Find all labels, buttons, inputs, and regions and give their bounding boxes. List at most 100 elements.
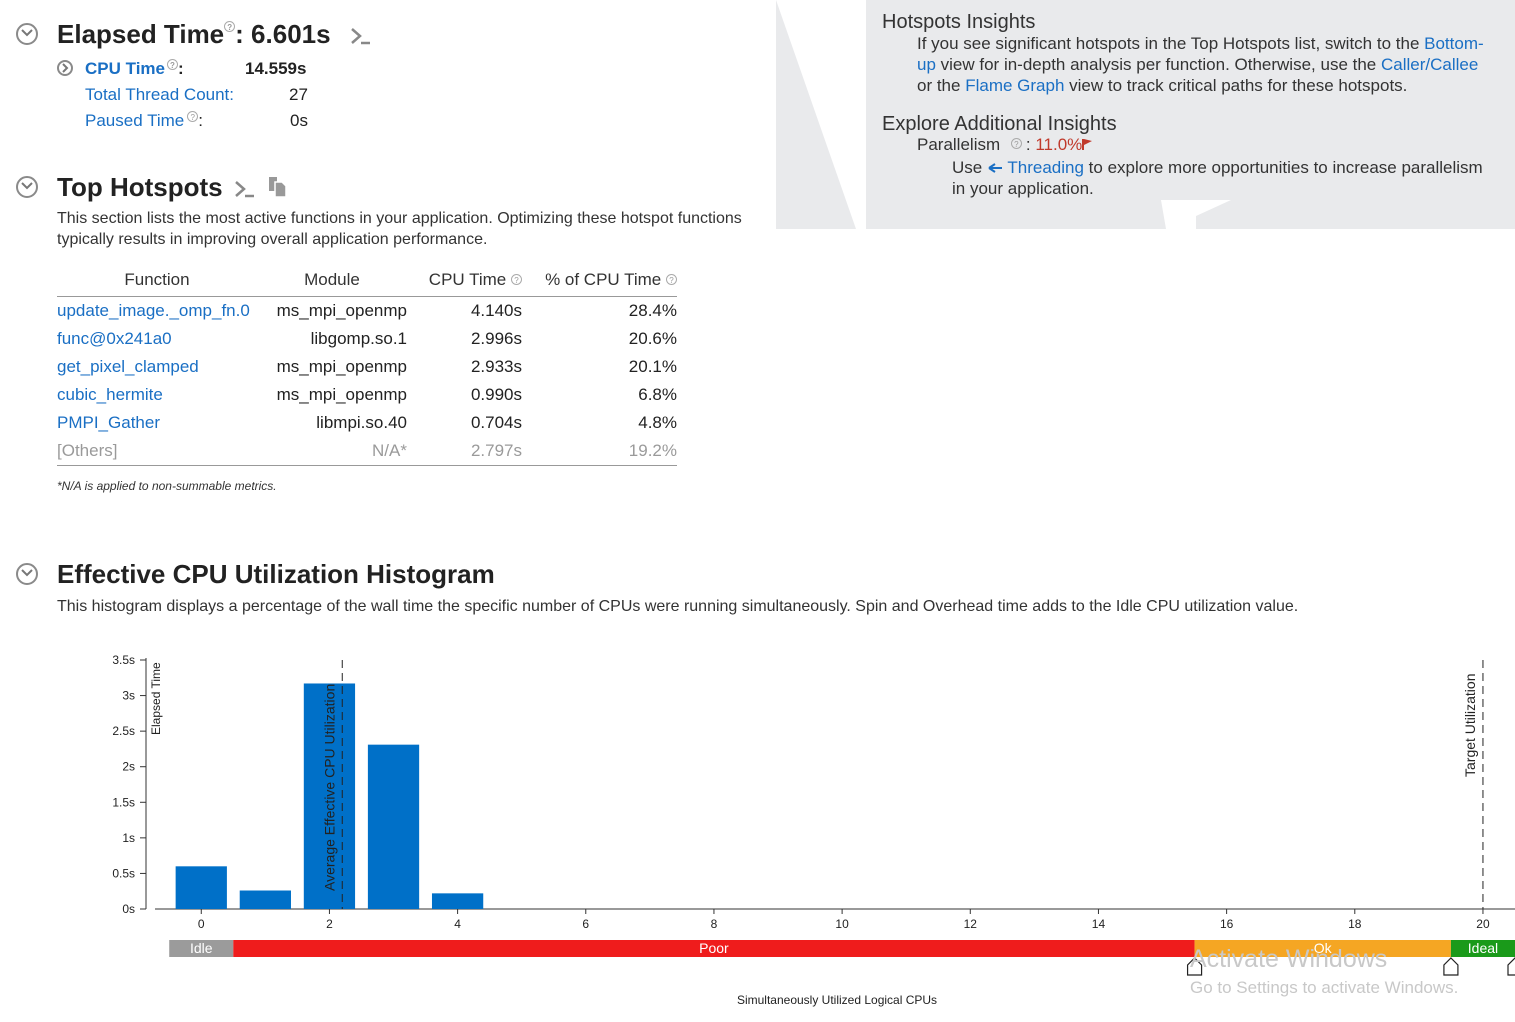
module-cell: ms_mpi_openmp [276, 385, 407, 404]
x-tick-label: 6 [582, 917, 589, 931]
histogram-collapse-toggle[interactable] [16, 563, 38, 585]
table-row: func@0x241a0 libgomp.so.1 2.996s 20.6% [57, 325, 677, 353]
pct-cell: 20.1% [628, 357, 677, 376]
y-tick-label: 0s [122, 902, 135, 916]
help-icon[interactable]: ? [1010, 138, 1022, 149]
histogram-bar [175, 866, 227, 909]
hotspots-collapse-toggle[interactable] [16, 176, 38, 198]
cpu-time-row: CPU Time?: [85, 59, 184, 78]
column-header-cpu-time[interactable]: CPU Time ? [407, 266, 522, 297]
function-link[interactable]: cubic_hermite [57, 381, 257, 409]
x-tick-label: 20 [1476, 917, 1490, 931]
threading-link[interactable]: Threading [1007, 158, 1084, 177]
elapsed-collapse-toggle[interactable] [16, 23, 38, 45]
command-line-icon[interactable] [234, 179, 256, 199]
paused-time-value: 0s [290, 111, 308, 130]
chevron-down-icon [21, 569, 33, 577]
x-tick-label: 18 [1348, 917, 1362, 931]
help-icon[interactable]: ? [666, 274, 677, 285]
module-cell: ms_mpi_openmp [276, 301, 407, 320]
chevron-right-icon [62, 63, 69, 73]
module-cell: libgomp.so.1 [310, 329, 407, 348]
bottom-up-link-cont[interactable]: up [917, 55, 936, 74]
flame-graph-link[interactable]: Flame Graph [965, 76, 1064, 95]
cpu-time-cell: 0.704s [470, 413, 522, 432]
copy-icon[interactable] [267, 175, 289, 199]
function-link[interactable]: func@0x241a0 [57, 325, 257, 353]
x-axis-title: Simultaneously Utilized Logical CPUs [737, 993, 937, 1007]
utilization-zone-label: Poor [699, 940, 729, 956]
pct-cell: 6.8% [638, 385, 677, 404]
column-header-function[interactable]: Function [57, 266, 257, 297]
x-tick-label: 16 [1220, 917, 1234, 931]
pct-cell: 4.8% [638, 413, 677, 432]
total-thread-count-link[interactable]: Total Thread Count: [85, 85, 234, 105]
help-icon[interactable]: ? [224, 21, 236, 32]
histogram-bar [431, 893, 484, 909]
help-icon[interactable]: ? [187, 111, 199, 122]
histogram-bar [367, 744, 420, 909]
y-tick-label: 1.5s [112, 795, 135, 809]
module-cell: N/A* [257, 437, 407, 466]
zone-threshold-handle[interactable] [1443, 957, 1459, 976]
function-link[interactable]: update_image._omp_fn.0 [57, 297, 257, 326]
hotspots-insights-text: If you see significant hotspots in the T… [917, 34, 1484, 95]
threading-advice: Use Threading to explore more opportunit… [952, 158, 1483, 198]
cpu-time-cell: 2.996s [470, 329, 522, 348]
y-tick-label: 3s [122, 689, 135, 703]
x-tick-label: 2 [326, 917, 333, 931]
table-row: PMPI_Gather libmpi.so.40 0.704s 4.8% [57, 409, 677, 437]
elapsed-time-value: 6.601s [251, 19, 331, 49]
chevron-down-icon [21, 182, 33, 190]
cpu-time-cell: 4.140s [470, 301, 522, 320]
function-link[interactable]: PMPI_Gather [57, 409, 257, 437]
table-row: update_image._omp_fn.0 ms_mpi_openmp 4.1… [57, 297, 677, 326]
bottom-up-link[interactable]: Bottom- [1424, 34, 1484, 53]
pct-cell: 19.2% [522, 437, 677, 466]
activate-windows-watermark: Activate Windows [1190, 945, 1388, 973]
cpu-time-link[interactable]: CPU Time [85, 59, 165, 78]
command-line-icon[interactable] [350, 26, 372, 46]
cpu-time-cell: 2.797s [407, 437, 522, 466]
y-tick-label: 2.5s [112, 724, 135, 738]
histogram-description: This histogram displays a percentage of … [57, 598, 1299, 615]
x-tick-label: 0 [198, 917, 205, 931]
cpu-time-expand-toggle[interactable] [57, 60, 73, 76]
y-axis-title: Elapsed Time [149, 662, 163, 735]
y-tick-label: 3.5s [112, 653, 135, 667]
cpu-time-cell: 0.990s [470, 385, 522, 404]
others-cell: [Others] [57, 437, 257, 466]
elapsed-time-heading: Elapsed Time?: 6.601s [57, 19, 331, 49]
table-row: get_pixel_clamped ms_mpi_openmp 2.933s 2… [57, 353, 677, 381]
y-tick-label: 2s [122, 760, 135, 774]
cpu-time-cell: 2.933s [470, 357, 522, 376]
paused-time-link[interactable]: Paused Time [85, 111, 184, 130]
x-tick-label: 10 [835, 917, 849, 931]
table-footnote: *N/A is applied to non-summable metrics. [57, 479, 277, 493]
help-icon[interactable]: ? [511, 274, 522, 285]
activate-windows-hint: Go to Settings to activate Windows. [1190, 978, 1459, 997]
top-hotspots-title: Top Hotspots [57, 172, 223, 202]
parallelism-row: Parallelism ?: 11.0% [917, 135, 1093, 155]
hotspots-description: This section lists the most active funct… [57, 210, 742, 248]
histogram-bar [239, 890, 291, 909]
table-row: cubic_hermite ms_mpi_openmp 0.990s 6.8% [57, 381, 677, 409]
x-tick-label: 14 [1092, 917, 1106, 931]
column-header-pct-cpu-time[interactable]: % of CPU Time ? [522, 266, 677, 297]
y-tick-label: 0.5s [112, 866, 135, 880]
utilization-zone-label: Idle [190, 940, 213, 956]
panel-notch-bottom [1161, 200, 1231, 229]
zone-threshold-handle[interactable] [1507, 957, 1515, 976]
module-cell: libmpi.so.40 [316, 413, 407, 432]
explore-insights-title: Explore Additional Insights [882, 113, 1117, 135]
panel-notch [776, 0, 866, 229]
x-tick-label: 12 [964, 917, 978, 931]
function-link[interactable]: get_pixel_clamped [57, 353, 257, 381]
elapsed-time-label: Elapsed Time [57, 19, 225, 49]
hotspots-table: Function Module CPU Time ? % of CPU Time… [57, 266, 677, 466]
histogram-title: Effective CPU Utilization Histogram [57, 559, 495, 589]
caller-callee-link[interactable]: Caller/Callee [1381, 55, 1478, 74]
paused-time-row: Paused Time?: [85, 111, 203, 130]
help-icon[interactable]: ? [167, 59, 178, 70]
column-header-module[interactable]: Module [257, 266, 407, 297]
